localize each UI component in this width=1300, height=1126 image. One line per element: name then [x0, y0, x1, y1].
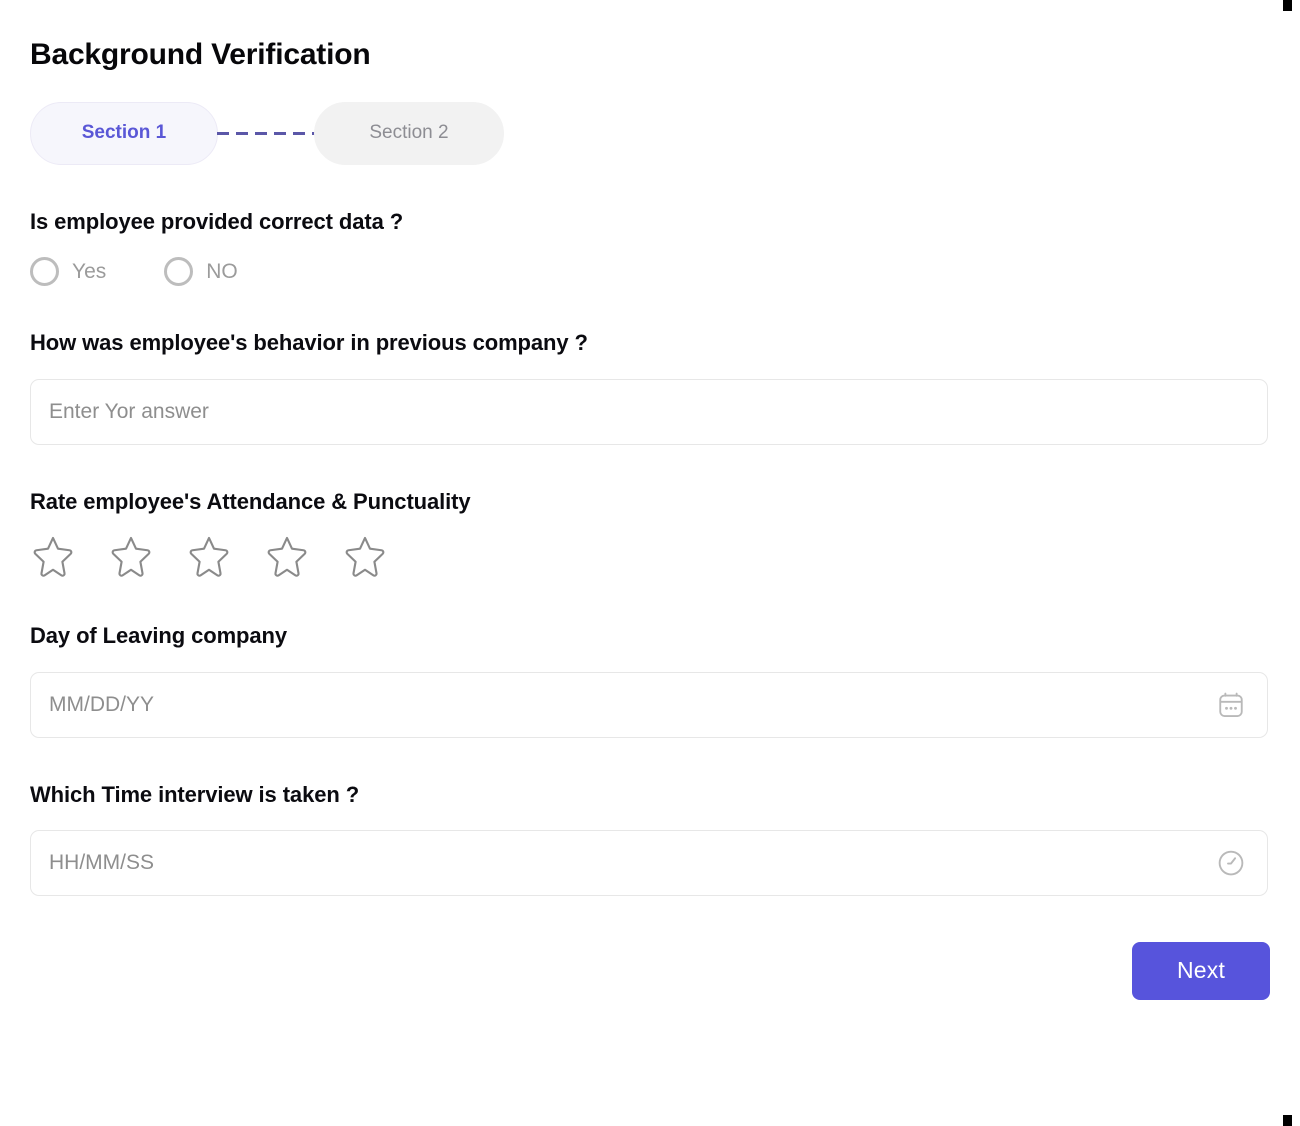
- stepper-connector-dashed-line: [217, 131, 315, 135]
- question-interview-time-label: Which Time interview is taken ?: [30, 781, 360, 807]
- star-icon-2[interactable]: [108, 533, 154, 579]
- form-footer: Next: [30, 941, 1270, 1000]
- radio-option-no[interactable]: NO: [164, 257, 238, 287]
- star-rating-group: [30, 533, 1270, 579]
- question-correct-data: Is employee provided correct data ? Yes …: [30, 209, 1270, 287]
- calendar-icon[interactable]: [1214, 688, 1248, 722]
- page-title: Background Verification: [30, 38, 371, 71]
- star-icon-3[interactable]: [186, 533, 232, 579]
- star-icon-4[interactable]: [264, 533, 310, 579]
- radio-circle-yes[interactable]: [30, 257, 59, 287]
- background-verification-form: Background Verification Section 1 Sectio…: [0, 0, 1300, 1126]
- behavior-answer-input[interactable]: [30, 378, 1268, 445]
- question-correct-data-label: Is employee provided correct data ?: [30, 209, 404, 234]
- crop-artifact-top-right: [1283, 0, 1292, 11]
- next-button[interactable]: Next: [1132, 941, 1270, 1000]
- clock-icon[interactable]: [1214, 846, 1248, 880]
- tab-section-1[interactable]: Section 1: [30, 101, 218, 165]
- radio-circle-no[interactable]: [164, 257, 194, 287]
- question-rating: Rate employee's Attendance & Punctuality: [30, 489, 1270, 579]
- radio-label-yes: Yes: [72, 259, 107, 283]
- question-interview-time: Which Time interview is taken ?: [30, 782, 1270, 896]
- leaving-date-input-wrap: [30, 671, 1270, 738]
- section-stepper: Section 1 Section 2: [30, 101, 1270, 165]
- interview-time-input[interactable]: [30, 829, 1268, 896]
- question-rating-label: Rate employee's Attendance & Punctuality: [30, 488, 471, 514]
- star-icon-5[interactable]: [342, 533, 388, 579]
- question-leaving-date: Day of Leaving company: [30, 623, 1270, 738]
- question-behavior: How was employee's behavior in previous …: [30, 330, 1270, 445]
- interview-time-input-wrap: [30, 829, 1270, 896]
- behavior-input-wrap: [30, 378, 1270, 445]
- radio-option-yes[interactable]: Yes: [30, 257, 107, 287]
- tab-section-2-label: Section 2: [369, 122, 449, 143]
- leaving-date-input[interactable]: [30, 671, 1268, 738]
- tab-section-2[interactable]: Section 2: [314, 101, 504, 165]
- radio-label-no: NO: [206, 259, 238, 283]
- question-leaving-date-label: Day of Leaving company: [30, 623, 287, 649]
- crop-artifact-bottom-right: [1283, 1115, 1292, 1126]
- tab-section-1-label: Section 1: [81, 122, 167, 143]
- question-behavior-label: How was employee's behavior in previous …: [30, 330, 588, 356]
- star-icon-1[interactable]: [30, 533, 76, 579]
- radio-group-correct-data: Yes NO: [30, 257, 1270, 287]
